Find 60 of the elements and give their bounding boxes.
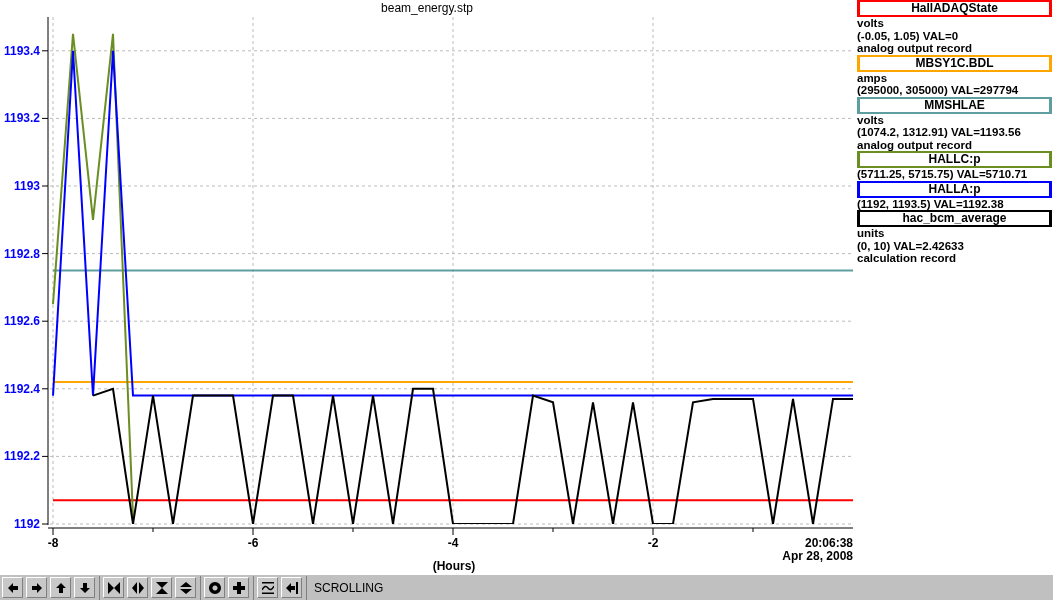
toolbar-button[interactable] [204, 577, 225, 598]
legend-label[interactable]: MBSY1C.BDL [857, 54, 1052, 72]
x-axis-label: (Hours) [432, 559, 476, 573]
x-tick-label: -8 [47, 536, 59, 550]
toolbar-button[interactable] [2, 577, 23, 598]
legend-text: volts [857, 113, 885, 126]
plus-icon [232, 581, 245, 594]
legend-label[interactable]: HALLA:p [857, 180, 1052, 198]
legend-label[interactable]: HALLC:p [857, 151, 1052, 168]
x-tick-label: -2 [647, 536, 659, 550]
toolbar-button[interactable] [103, 577, 124, 598]
arrow-left-icon [6, 581, 19, 594]
legend-text: (295000, 305000) VAL=297794 [857, 84, 1020, 97]
status-text: SCROLLING [314, 580, 384, 595]
y-tick-label: 1192.2 [3, 449, 40, 464]
legend-label[interactable]: MMSHLAE [857, 96, 1052, 114]
toolbar-button[interactable] [74, 577, 95, 598]
time-label: 20:06:38 [804, 536, 853, 550]
legend-text: (0, 10) VAL=2.42633 [857, 239, 965, 252]
arrow-down-icon [78, 581, 91, 594]
legend-text: (1192, 1193.5) VAL=1192.38 [857, 197, 1005, 210]
x-tick-label: -4 [447, 536, 459, 550]
legend-text: analog output record [857, 138, 973, 151]
zoom-in-vertical-icon [155, 581, 168, 594]
legend-text: calculation record [857, 252, 958, 265]
toolbar-button[interactable] [50, 577, 71, 598]
y-tick-label: 1193.4 [3, 43, 40, 58]
toolbar-button[interactable] [281, 577, 302, 598]
ring-icon [208, 581, 221, 594]
arrow-up-icon [54, 581, 67, 594]
zoom-out-vertical-icon [179, 581, 192, 594]
toolbar-button[interactable] [151, 577, 172, 598]
legend-text: amps [857, 71, 889, 84]
x-tick-label: -6 [247, 536, 259, 550]
toolbar-button[interactable] [26, 577, 47, 598]
y-tick-label: 1193.2 [3, 111, 40, 126]
legend-text: volts [857, 17, 885, 30]
date-label: Apr 28, 2008 [782, 549, 853, 563]
chart-title: beam_energy.stp [381, 1, 473, 15]
legend-text: (5711.25, 5715.75) VAL=5710.71 [857, 168, 1029, 181]
toolbar-button[interactable] [228, 577, 249, 598]
y-tick-label: 1192.6 [3, 314, 40, 329]
toolbar-button[interactable] [175, 577, 196, 598]
legend-text: (1074.2, 1312.91) VAL=1193.56 [857, 126, 1022, 139]
arrow-right-icon [30, 581, 43, 594]
legend-text: (-0.05, 1.05) VAL=0 [857, 29, 960, 42]
toolbar-button[interactable] [257, 577, 278, 598]
toolbar-button[interactable] [127, 577, 148, 598]
zoom-in-horizontal-icon [107, 581, 120, 594]
legend-label[interactable]: hac_bcm_average [857, 210, 1052, 227]
legend-label[interactable]: HallADAQState [857, 0, 1052, 17]
legend-text: units [857, 227, 886, 240]
y-tick-label: 1192 [13, 517, 40, 531]
wave-icon [261, 581, 274, 594]
legend-text: analog output record [857, 42, 973, 55]
arrow-to-bar-icon [285, 581, 298, 594]
zoom-out-horizontal-icon [131, 581, 144, 594]
y-tick-label: 1193 [13, 179, 40, 193]
y-tick-label: 1192.4 [3, 381, 40, 396]
y-tick-label: 1192.8 [3, 246, 40, 261]
